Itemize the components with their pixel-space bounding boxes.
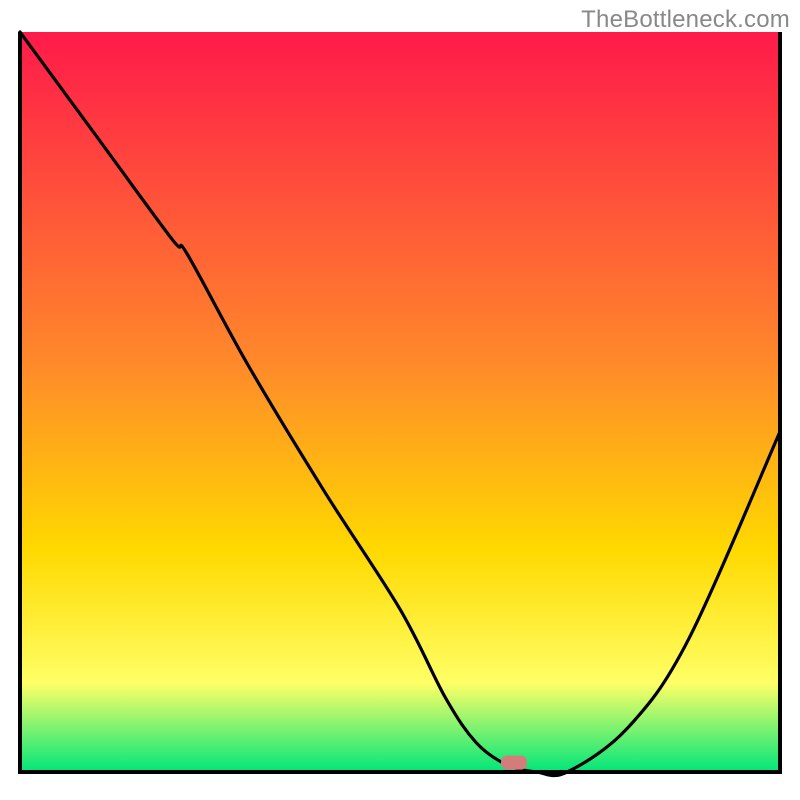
- chart-container: TheBottleneck.com: [0, 0, 800, 800]
- watermark-label: TheBottleneck.com: [581, 6, 790, 34]
- plot-background: [20, 32, 780, 772]
- optimum-marker: [501, 756, 527, 770]
- bottleneck-chart: [0, 0, 800, 800]
